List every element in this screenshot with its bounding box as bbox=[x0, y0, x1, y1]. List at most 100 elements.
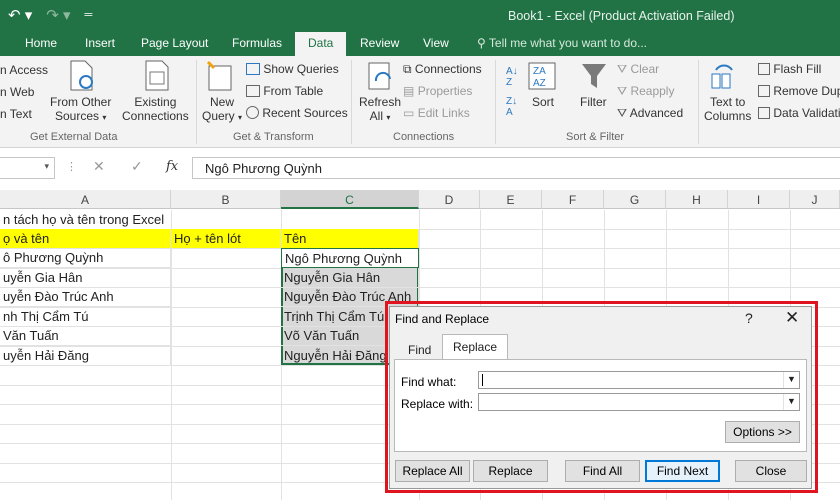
find-replace-dialog: Find and Replace ? ✕ Find Replace Find w… bbox=[389, 306, 812, 489]
cell-c3[interactable]: Ngô Phương Quỳnh bbox=[281, 248, 419, 268]
title-bar: ↶ ▾ ↷ ▾ ═ Book1 - Excel (Product Activat… bbox=[0, 0, 840, 32]
find-what-combo[interactable]: ▼ bbox=[478, 371, 800, 389]
tab-view[interactable]: View bbox=[423, 36, 449, 50]
refresh-all-icon bbox=[368, 62, 391, 90]
column-header-a[interactable]: A bbox=[0, 190, 171, 209]
column-header-i[interactable]: I bbox=[728, 190, 790, 209]
from-text-button[interactable]: n Text bbox=[0, 107, 32, 121]
cell-a3[interactable]: ô Phương Quỳnh bbox=[0, 248, 171, 268]
formula-bar: ▾ ⋮ ✕ ✓ fx Ngô Phương Quỳnh bbox=[0, 155, 840, 183]
cell-a7[interactable]: Văn Tuấn bbox=[0, 326, 171, 346]
cancel-icon[interactable]: ✕ bbox=[93, 158, 105, 175]
from-access-button[interactable]: n Access bbox=[0, 63, 48, 77]
tab-insert[interactable]: Insert bbox=[85, 36, 115, 50]
tab-review[interactable]: Review bbox=[360, 36, 399, 50]
sort-button[interactable]: Sort bbox=[532, 95, 554, 109]
find-all-button[interactable]: Find All bbox=[565, 460, 640, 482]
chevron-down-icon[interactable]: ▾ bbox=[44, 161, 49, 172]
from-table-button[interactable]: From Table bbox=[246, 84, 323, 98]
tab-formulas[interactable]: Formulas bbox=[232, 36, 282, 50]
text-to-columns-button[interactable]: Text to Columns bbox=[704, 95, 751, 123]
tab-replace[interactable]: Replace bbox=[442, 334, 509, 360]
close-button[interactable]: Close bbox=[735, 460, 807, 482]
column-header-d[interactable]: D bbox=[419, 190, 480, 209]
insert-function-icon[interactable]: fx bbox=[166, 159, 178, 174]
new-query-button[interactable]: New Query ▾ bbox=[202, 95, 242, 123]
tell-me-search[interactable]: ⚲ Tell me what you want to do... bbox=[477, 36, 647, 50]
replace-with-combo[interactable]: ▼ bbox=[478, 393, 800, 411]
connections-icon: ⧉ bbox=[403, 62, 412, 76]
cell-a4[interactable]: uyễn Gia Hân bbox=[0, 268, 171, 288]
remove-duplicates-icon bbox=[758, 85, 770, 97]
tab-home[interactable]: Home bbox=[25, 36, 57, 50]
sort-icon: ZAAZ bbox=[528, 62, 556, 90]
refresh-all-button[interactable]: Refresh All ▾ bbox=[359, 95, 401, 123]
column-header-j[interactable]: J bbox=[790, 190, 840, 209]
filter-button[interactable]: Filter bbox=[580, 95, 607, 109]
help-icon[interactable]: ? bbox=[745, 310, 753, 326]
tab-data[interactable]: Data bbox=[295, 32, 347, 56]
advanced-filter-icon: ⛛ bbox=[617, 106, 628, 120]
show-queries-button[interactable]: Show Queries bbox=[246, 62, 339, 76]
tab-page-layout[interactable]: Page Layout bbox=[141, 36, 208, 50]
from-other-sources-button[interactable]: From Other Sources ▾ bbox=[50, 95, 111, 123]
reapply-icon: ⛛ bbox=[617, 84, 628, 98]
replace-all-button[interactable]: Replace All bbox=[395, 460, 470, 482]
formula-input[interactable]: Ngô Phương Quỳnh bbox=[192, 157, 840, 179]
chevron-down-icon[interactable]: ▼ bbox=[783, 394, 799, 410]
ribbon-tabs: Home Insert Page Layout Formulas Data Re… bbox=[0, 32, 840, 56]
column-header-b[interactable]: B bbox=[171, 190, 281, 209]
close-icon[interactable]: ✕ bbox=[785, 308, 799, 328]
new-query-icon bbox=[206, 60, 232, 91]
reapply-button[interactable]: ⛛ Reapply bbox=[617, 84, 674, 99]
options-button[interactable]: Options >> bbox=[725, 421, 800, 443]
chevron-down-icon[interactable]: ▼ bbox=[783, 372, 799, 388]
formula-bar-grip-icon: ⋮ bbox=[66, 161, 77, 173]
svg-text:ZA: ZA bbox=[533, 66, 546, 77]
undo-icon[interactable]: ↶ ▾ bbox=[8, 6, 32, 24]
ribbon-separator bbox=[196, 60, 197, 144]
enter-check-icon[interactable]: ✓ bbox=[131, 158, 143, 175]
cell-c4[interactable]: Nguyễn Gia Hân bbox=[281, 268, 419, 288]
recent-sources-button[interactable]: Recent Sources bbox=[246, 106, 348, 120]
cell-a5[interactable]: uyễn Đào Trúc Anh bbox=[0, 287, 171, 307]
cell-a8[interactable]: uyễn Hải Đăng bbox=[0, 346, 171, 366]
clear-filter-icon: ⛛ bbox=[617, 62, 628, 76]
edit-links-icon: ▭ bbox=[403, 106, 415, 120]
remove-duplicates-button[interactable]: Remove Dup bbox=[758, 84, 840, 98]
column-header-f[interactable]: F bbox=[542, 190, 604, 209]
edit-links-button[interactable]: ▭ Edit Links bbox=[403, 106, 470, 120]
advanced-filter-button[interactable]: ⛛ Advanced bbox=[617, 106, 683, 121]
column-header-g[interactable]: G bbox=[604, 190, 666, 209]
from-web-button[interactable]: n Web bbox=[0, 85, 34, 99]
cell-c2[interactable]: Tên bbox=[281, 229, 419, 249]
cell-a6[interactable]: nh Thị Cẩm Tú bbox=[0, 307, 171, 327]
customize-icon[interactable]: ═ bbox=[85, 6, 93, 24]
redo-icon[interactable]: ↷ ▾ bbox=[46, 6, 70, 24]
flash-fill-button[interactable]: Flash Fill bbox=[758, 62, 821, 76]
formula-content: Ngô Phương Quỳnh bbox=[205, 161, 322, 176]
cell-a1[interactable]: n tách họ và tên trong Excel bbox=[0, 210, 300, 230]
existing-connections-button[interactable]: Existing Connections bbox=[122, 95, 189, 123]
properties-button[interactable]: ▤ Properties bbox=[403, 84, 472, 98]
name-box[interactable]: ▾ bbox=[0, 157, 55, 179]
from-other-sources-icon bbox=[70, 60, 93, 91]
replace-button[interactable]: Replace bbox=[473, 460, 548, 482]
column-header-c[interactable]: C bbox=[281, 190, 419, 209]
connections-button[interactable]: ⧉ Connections bbox=[403, 62, 482, 77]
column-header-e[interactable]: E bbox=[480, 190, 542, 209]
data-validation-button[interactable]: Data Validati bbox=[758, 106, 840, 120]
cell-c5[interactable]: Nguyễn Đào Trúc Anh bbox=[281, 287, 419, 307]
group-get-external-data: Get External Data bbox=[30, 131, 118, 143]
sort-za-icon[interactable]: Z↓ A bbox=[506, 96, 517, 118]
find-next-button[interactable]: Find Next bbox=[645, 460, 720, 482]
cell-b2[interactable]: Họ + tên lót bbox=[171, 229, 281, 249]
cell-a2[interactable]: ọ và tên bbox=[0, 229, 171, 249]
clear-filter-button[interactable]: ⛛ Clear bbox=[617, 62, 659, 77]
ribbon-separator bbox=[495, 60, 496, 144]
replace-with-label: Replace with: bbox=[401, 397, 474, 411]
column-header-h[interactable]: H bbox=[666, 190, 728, 209]
group-connections: Connections bbox=[393, 131, 455, 143]
table-icon bbox=[246, 63, 260, 75]
sort-az-icon[interactable]: A↓ Z bbox=[506, 66, 518, 88]
